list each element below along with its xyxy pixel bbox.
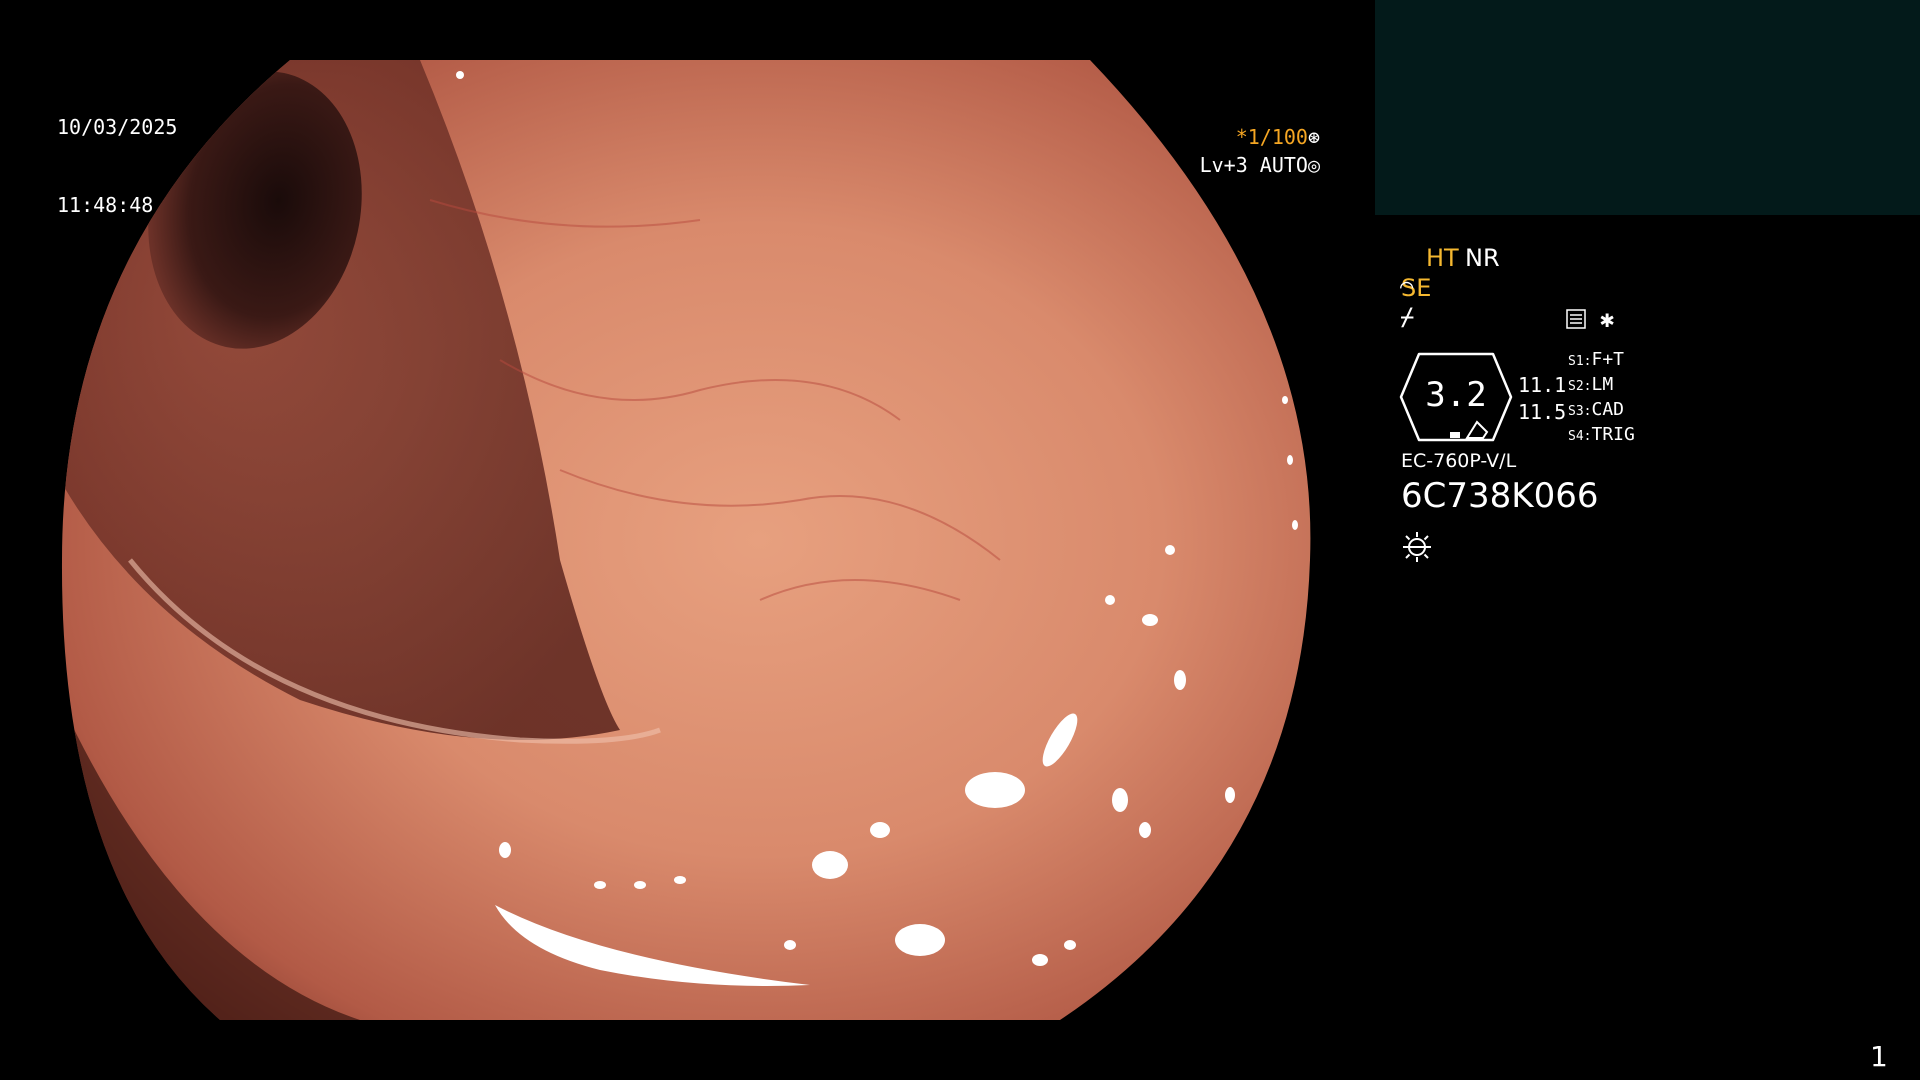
mode-nr: NR [1465, 244, 1500, 272]
level-readout: Lv+3 AUTO◎ [1140, 126, 1320, 178]
level-text: Lv+3 AUTO [1199, 153, 1308, 177]
settings-dial-icon: ◎ [1307, 153, 1320, 177]
date-text: 10/03/2025 [57, 115, 178, 139]
light-icon [1403, 532, 1431, 562]
page-number: 1 [1870, 1040, 1888, 1073]
wave-icon: ⌿ [1400, 303, 1415, 331]
value-b: 11.5 [1518, 400, 1567, 424]
value-a: 11.1 [1518, 373, 1567, 397]
switch-s1: S1:F+T [1568, 349, 1624, 370]
scope-serial: 6C738K066 [1401, 476, 1599, 516]
scope-model: EC-760P-V/L [1401, 450, 1517, 472]
mode-ht: HT [1426, 244, 1459, 272]
scope-wave-icon: ⌒ [1400, 274, 1414, 299]
switch-s3: S3:CAD [1568, 399, 1624, 420]
reference-image-area [1375, 0, 1920, 215]
menu-icon [1566, 309, 1586, 329]
zoom-value: 3.2 [1425, 375, 1487, 415]
time-text: 11:48:48 [57, 193, 154, 217]
datetime-display: 10/03/2025 11:48:48 [57, 62, 177, 244]
switch-s4: S4:TRIG [1568, 424, 1635, 445]
switch-s2: S2:LM [1568, 374, 1614, 395]
star-icon: ✱ [1600, 305, 1615, 333]
